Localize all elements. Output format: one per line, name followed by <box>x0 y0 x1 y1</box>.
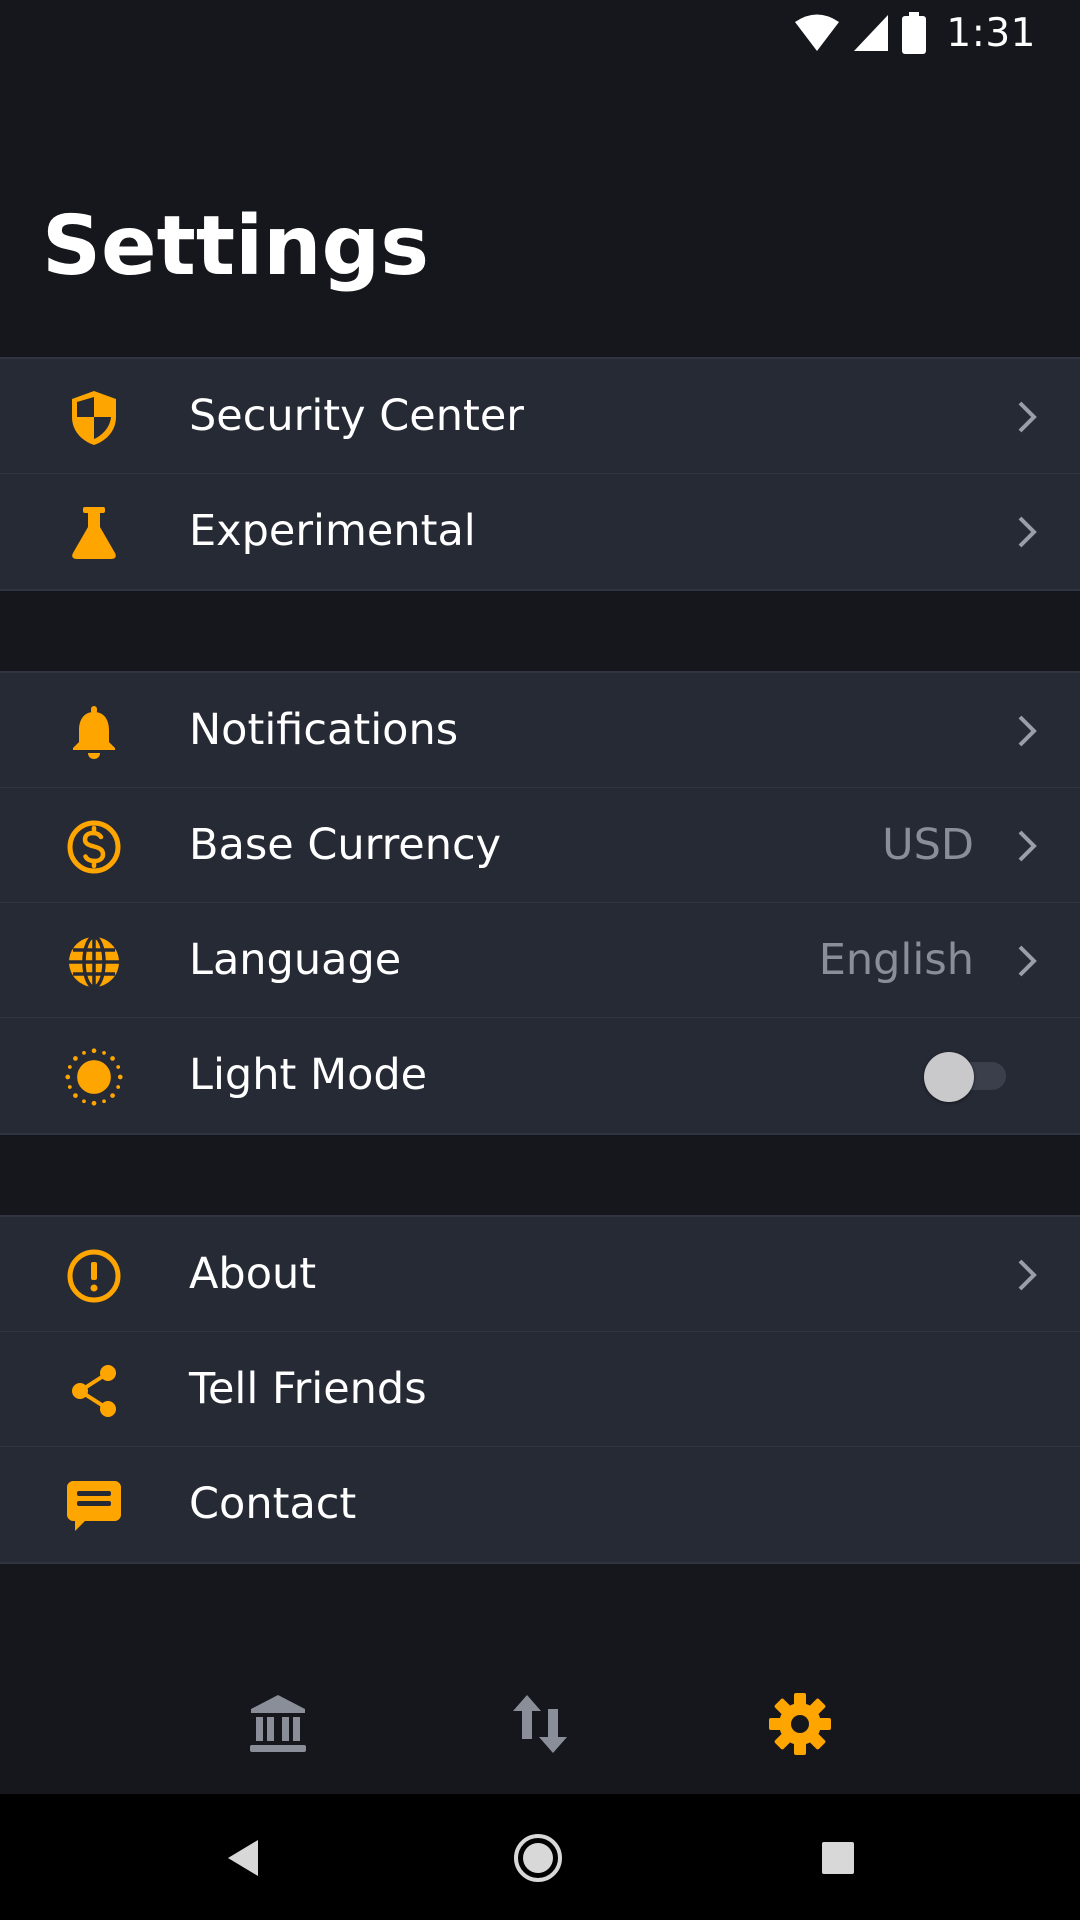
settings-item-label: Security Center <box>189 391 524 441</box>
nav-bank[interactable] <box>238 1684 318 1764</box>
chevron-right-icon <box>1018 715 1037 747</box>
base-currency-value: USD <box>882 820 974 870</box>
settings-item-base-currency[interactable]: Base Currency USD <box>0 788 1080 903</box>
settings-item-about[interactable]: About <box>0 1217 1080 1332</box>
status-icons: 1:31 <box>794 10 1036 56</box>
settings-item-label: Base Currency <box>189 820 502 870</box>
chevron-right-icon <box>1018 516 1037 548</box>
nav-settings[interactable] <box>760 1684 840 1764</box>
system-nav-bar <box>0 1794 1080 1920</box>
globe-icon <box>64 932 124 992</box>
status-time: 1:31 <box>946 10 1036 56</box>
transfer-arrows-icon <box>513 1695 567 1753</box>
chevron-right-icon <box>1018 401 1037 433</box>
settings-item-security-center[interactable]: Security Center <box>0 359 1080 474</box>
chat-icon <box>64 1476 124 1536</box>
chevron-right-icon <box>1018 830 1037 862</box>
status-bar: 1:31 <box>0 0 1080 64</box>
dollar-circle-icon <box>64 817 124 877</box>
settings-item-experimental[interactable]: Experimental <box>0 474 1080 589</box>
settings-item-notifications[interactable]: Notifications <box>0 673 1080 788</box>
settings-item-label: Experimental <box>189 506 476 556</box>
settings-item-label: Notifications <box>189 705 459 755</box>
settings-item-label: Contact <box>189 1479 357 1529</box>
language-value: English <box>818 935 974 985</box>
light-mode-toggle[interactable] <box>924 1052 1008 1102</box>
settings-item-label: About <box>189 1249 317 1299</box>
settings-group-info: About Tell Friends Contact <box>0 1215 1080 1564</box>
gear-icon <box>769 1693 831 1755</box>
bottom-nav <box>0 1646 1080 1794</box>
cell-signal-icon <box>854 15 889 51</box>
back-icon <box>228 1840 258 1876</box>
battery-icon <box>902 12 927 54</box>
share-icon <box>64 1361 124 1421</box>
shield-icon <box>64 388 124 448</box>
chevron-right-icon <box>1018 1259 1037 1291</box>
recents-icon <box>822 1842 854 1874</box>
page-title: Settings <box>42 199 430 294</box>
info-circle-icon <box>64 1246 124 1306</box>
system-back-button[interactable] <box>214 1830 270 1886</box>
flask-icon <box>64 503 124 563</box>
toggle-thumb <box>924 1052 974 1102</box>
settings-item-contact[interactable]: Contact <box>0 1447 1080 1562</box>
home-icon <box>514 1834 562 1882</box>
chevron-right-icon <box>1018 945 1037 977</box>
bell-icon <box>64 702 124 762</box>
settings-item-label: Language <box>189 935 402 985</box>
settings-item-label: Light Mode <box>189 1050 428 1100</box>
sun-icon <box>64 1047 124 1107</box>
settings-group-preferences: Notifications Base Currency USD Language… <box>0 671 1080 1135</box>
system-home-button[interactable] <box>510 1830 566 1886</box>
system-recents-button[interactable] <box>810 1830 866 1886</box>
nav-transfers[interactable] <box>500 1684 580 1764</box>
settings-item-tell-friends[interactable]: Tell Friends <box>0 1332 1080 1447</box>
settings-group-general: Security Center Experimental <box>0 357 1080 591</box>
settings-item-language[interactable]: Language English <box>0 903 1080 1018</box>
settings-item-light-mode: Light Mode <box>0 1018 1080 1133</box>
bank-icon <box>250 1695 306 1752</box>
settings-item-label: Tell Friends <box>189 1364 427 1414</box>
wifi-icon <box>795 14 840 51</box>
